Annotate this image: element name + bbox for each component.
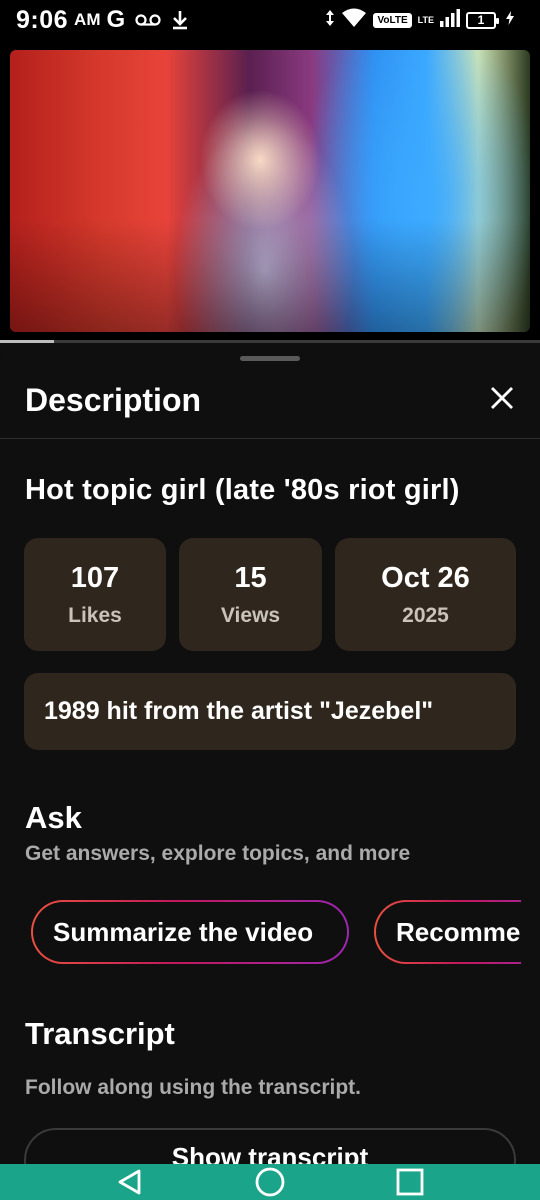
close-icon bbox=[490, 386, 514, 415]
description-sheet: Description Hot topic girl (late '80s ri… bbox=[0, 344, 540, 1192]
chip-label: Summarize the video bbox=[33, 902, 347, 962]
status-carrier-letter: G bbox=[106, 6, 126, 33]
summarize-chip[interactable]: Summarize the video bbox=[31, 900, 349, 964]
signal-icon bbox=[440, 8, 460, 32]
status-bar: 9:06 AM G VoLTE LTE 1 bbox=[0, 0, 540, 40]
drag-handle[interactable] bbox=[240, 356, 300, 361]
chip-label: Recommend bbox=[376, 902, 521, 962]
charging-icon bbox=[506, 10, 514, 30]
ask-title: Ask bbox=[25, 800, 82, 835]
stat-value: 107 bbox=[70, 561, 120, 594]
lte-label: LTE bbox=[417, 15, 434, 25]
wifi-icon bbox=[341, 8, 367, 33]
home-icon[interactable] bbox=[250, 1164, 290, 1200]
volte-badge: VoLTE bbox=[373, 12, 412, 28]
video-frame[interactable] bbox=[10, 50, 530, 332]
status-ampm: AM bbox=[74, 10, 101, 29]
ask-subtitle: Get answers, explore topics, and more bbox=[25, 842, 411, 865]
date-stat: Oct 26 2025 bbox=[335, 538, 516, 651]
download-icon bbox=[171, 10, 189, 30]
views-stat: 15 Views bbox=[179, 538, 322, 651]
stat-label: 2025 bbox=[402, 603, 449, 627]
description-text: 1989 hit from the artist "Jezebel" bbox=[24, 673, 516, 750]
voicemail-icon bbox=[135, 13, 161, 27]
transcript-subtitle: Follow along using the transcript. bbox=[25, 1076, 362, 1099]
video-title: Hot topic girl (late '80s riot girl) bbox=[25, 474, 460, 506]
ask-chips: Summarize the video Recommend bbox=[0, 900, 521, 966]
stat-label: Views bbox=[220, 603, 281, 627]
data-arrows-icon bbox=[325, 9, 335, 31]
battery-icon: 1 bbox=[466, 11, 499, 29]
recents-icon[interactable] bbox=[390, 1164, 430, 1200]
status-time: 9:06 bbox=[16, 5, 69, 34]
video-progress-bar[interactable] bbox=[0, 340, 540, 343]
stat-value: Oct 26 bbox=[381, 561, 470, 594]
video-player[interactable] bbox=[0, 40, 540, 342]
divider bbox=[0, 438, 540, 439]
video-progress-fill bbox=[0, 340, 54, 343]
sheet-title: Description bbox=[25, 382, 202, 418]
battery-level: 1 bbox=[477, 13, 485, 27]
close-button[interactable] bbox=[488, 386, 516, 414]
transcript-title: Transcript bbox=[25, 1016, 175, 1051]
stat-label: Likes bbox=[68, 603, 122, 627]
back-icon[interactable] bbox=[110, 1164, 150, 1200]
recommend-chip[interactable]: Recommend bbox=[374, 900, 521, 964]
likes-stat: 107 Likes bbox=[24, 538, 166, 651]
system-nav-bar bbox=[0, 1164, 540, 1200]
stat-value: 15 bbox=[234, 561, 267, 594]
